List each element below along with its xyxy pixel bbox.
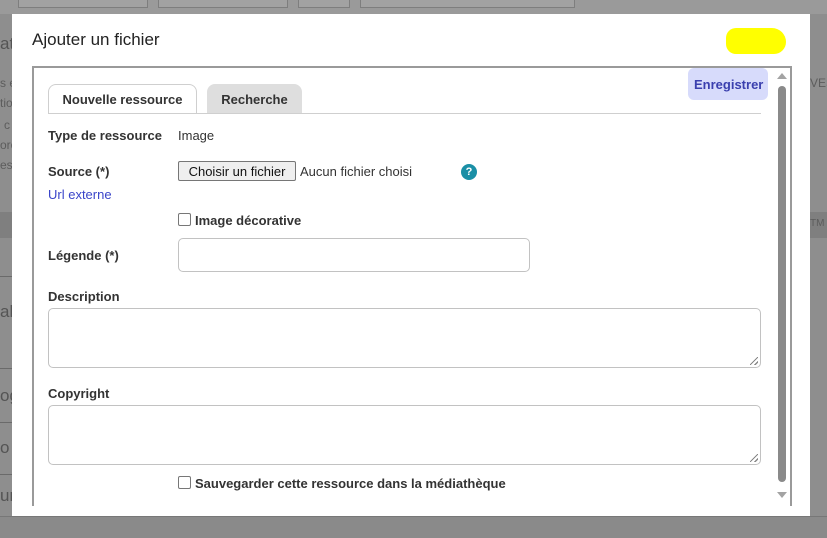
background-divider xyxy=(0,474,12,475)
legende-label: Légende (*) xyxy=(48,248,119,263)
tab-label: Recherche xyxy=(221,91,288,107)
no-file-text: Aucun fichier choisi xyxy=(300,164,412,179)
background-table-header xyxy=(0,212,12,238)
help-icon[interactable]: ? xyxy=(461,164,477,180)
background-divider xyxy=(0,368,12,369)
background-text: c xyxy=(4,118,10,132)
tab-label: Nouvelle ressource xyxy=(62,91,183,107)
decorative-checkbox[interactable] xyxy=(178,213,191,226)
save-button[interactable]: Enregistrer xyxy=(688,68,768,100)
decorative-label: Image décorative xyxy=(195,213,302,228)
resize-handle[interactable] xyxy=(750,357,758,365)
highlight-mark xyxy=(726,28,786,54)
background-tab xyxy=(360,0,575,8)
background-tab xyxy=(18,0,148,8)
scroll-thumb[interactable] xyxy=(778,86,786,482)
scrollbar[interactable] xyxy=(774,68,790,506)
save-library-label: Sauvegarder cette ressource dans la médi… xyxy=(195,476,506,491)
source-label: Source (*) xyxy=(48,164,110,179)
url-externe-link[interactable]: Url externe xyxy=(48,187,112,202)
save-library-checkbox[interactable] xyxy=(178,476,191,489)
legende-input[interactable] xyxy=(178,238,530,272)
resize-handle[interactable] xyxy=(750,454,758,462)
background-text: tio xyxy=(0,96,13,110)
background-text: VES xyxy=(810,76,827,90)
copyright-textarea[interactable] xyxy=(48,405,761,465)
scroll-down-arrow-icon[interactable] xyxy=(777,492,787,498)
background-tab xyxy=(298,0,350,8)
tab-nouvelle-ressource[interactable]: Nouvelle ressource xyxy=(48,84,197,114)
tab-divider xyxy=(48,113,761,114)
modal-content-frame: Enregistrer Nouvelle ressource Recherche… xyxy=(32,66,792,506)
add-file-modal: Ajouter un fichier Enregistrer Nouvelle … xyxy=(12,14,810,516)
background-text: o xyxy=(0,438,10,457)
description-label: Description xyxy=(48,289,120,304)
type-value: Image xyxy=(178,128,215,143)
scroll-up-arrow-icon[interactable] xyxy=(777,73,787,79)
description-textarea[interactable] xyxy=(48,308,761,368)
background-tab xyxy=(158,0,288,8)
background-footer xyxy=(0,516,827,538)
background-text: TM xyxy=(810,218,825,229)
type-label: Type de ressource xyxy=(48,128,162,143)
copyright-label: Copyright xyxy=(48,386,110,401)
choose-file-button[interactable]: Choisir un fichier xyxy=(178,161,296,181)
tab-recherche[interactable]: Recherche xyxy=(207,84,302,114)
background-text: es xyxy=(0,158,13,172)
background-divider xyxy=(0,276,12,277)
modal-title: Ajouter un fichier xyxy=(32,30,160,49)
background-divider xyxy=(0,422,12,423)
